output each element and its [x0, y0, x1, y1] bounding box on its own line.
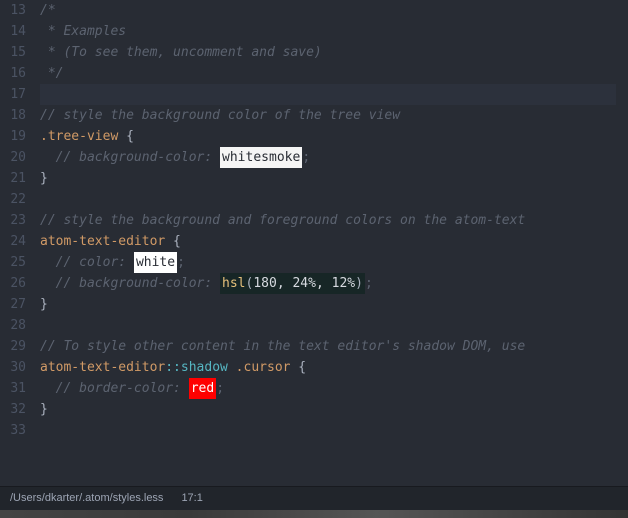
code-line: .tree-view {: [40, 126, 628, 147]
line-number: 24: [0, 231, 26, 252]
color-swatch-red: red: [189, 378, 216, 399]
color-swatch-whitesmoke: whitesmoke: [220, 147, 302, 168]
status-cursor-position[interactable]: 17:1: [181, 488, 202, 509]
line-number: 17: [0, 84, 26, 105]
line-number: 20: [0, 147, 26, 168]
line-number: 15: [0, 42, 26, 63]
code-line: * Examples: [40, 21, 628, 42]
code-area[interactable]: /* * Examples * (To see them, uncomment …: [34, 0, 628, 486]
code-line: [40, 315, 628, 336]
status-bar: /Users/dkarter/.atom/styles.less 17:1: [0, 486, 628, 510]
code-line: }: [40, 168, 628, 189]
color-swatch-white: white: [134, 252, 177, 273]
code-line: // style the background color of the tre…: [40, 105, 628, 126]
code-line-current: [40, 84, 616, 105]
line-number-gutter: 13 14 15 16 17 18 19 20 21 22 23 24 25 2…: [0, 0, 34, 486]
code-line: // To style other content in the text ed…: [40, 336, 628, 357]
line-number: 27: [0, 294, 26, 315]
code-line: }: [40, 399, 628, 420]
line-number: 31: [0, 378, 26, 399]
line-number: 30: [0, 357, 26, 378]
line-number: 26: [0, 273, 26, 294]
line-number: 25: [0, 252, 26, 273]
code-line: // background-color: whitesmoke;: [40, 147, 628, 168]
code-line: atom-text-editor {: [40, 231, 628, 252]
line-number: 28: [0, 315, 26, 336]
line-number: 16: [0, 63, 26, 84]
line-number: 18: [0, 105, 26, 126]
code-line: // style the background and foreground c…: [40, 210, 628, 231]
code-line: atom-text-editor::shadow .cursor {: [40, 357, 628, 378]
line-number: 19: [0, 126, 26, 147]
line-number: 21: [0, 168, 26, 189]
color-swatch-hsl: hsl(180, 24%, 12%): [220, 273, 365, 294]
code-line: [40, 189, 628, 210]
line-number: 14: [0, 21, 26, 42]
code-line: // color: white;: [40, 252, 628, 273]
line-number: 32: [0, 399, 26, 420]
code-line: }: [40, 294, 628, 315]
code-line: // border-color: red;: [40, 378, 628, 399]
status-filepath[interactable]: /Users/dkarter/.atom/styles.less: [10, 488, 163, 509]
editor-area[interactable]: 13 14 15 16 17 18 19 20 21 22 23 24 25 2…: [0, 0, 628, 486]
line-number: 23: [0, 210, 26, 231]
code-line: * (To see them, uncomment and save): [40, 42, 628, 63]
code-line: */: [40, 63, 628, 84]
code-line: [40, 420, 628, 441]
window-bottom-edge: [0, 510, 628, 518]
line-number: 22: [0, 189, 26, 210]
code-line: // background-color: hsl(180, 24%, 12%);: [40, 273, 628, 294]
line-number: 29: [0, 336, 26, 357]
code-line: /*: [40, 0, 628, 21]
line-number: 33: [0, 420, 26, 441]
line-number: 13: [0, 0, 26, 21]
